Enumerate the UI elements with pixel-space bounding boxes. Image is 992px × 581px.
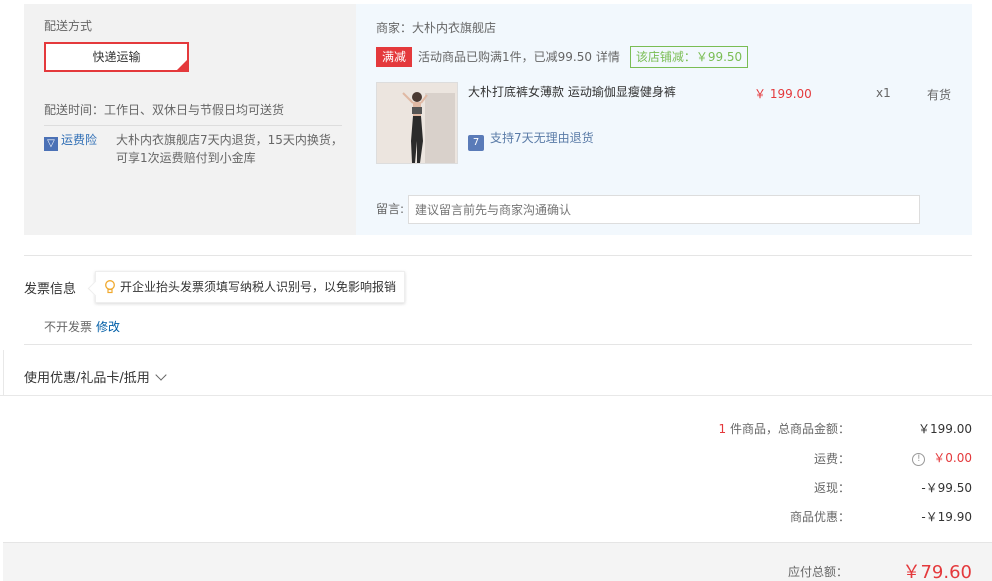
- goods-count: 1: [718, 422, 727, 436]
- shipping-panel: 配送方式 快递运输 ✓ 配送时间：工作日、双休日与节假日均可送货 ▽ 运费险 大朴…: [24, 4, 356, 235]
- insurance-label: 运费险: [61, 133, 98, 147]
- freight-label: 运费：: [813, 452, 850, 466]
- chevron-down-icon: [155, 369, 167, 381]
- delivery-time: 配送时间：工作日、双休日与节假日均可送货: [44, 101, 284, 118]
- store-discount-badge: 该店铺减：￥99.50: [629, 46, 749, 68]
- invoice-value: 不开发票: [44, 320, 93, 334]
- insurance-text: 大朴内衣旗舰店7天内退货，15天内换货，可享1次运费赔付到小金库: [116, 133, 343, 165]
- message-label: 留言:: [376, 202, 405, 216]
- goods-total-label: 1 件商品，总商品金额：: [719, 420, 850, 437]
- product-qty: x1: [876, 86, 891, 100]
- section-border: [3, 350, 4, 396]
- lightbulb-icon: [105, 280, 115, 294]
- invoice-tip: 开企业抬头发票须填写纳税人识别号，以免影响报销: [95, 271, 406, 303]
- cashback-label: 返现：: [813, 481, 850, 495]
- section-border: [0, 395, 992, 396]
- invoice-title: 发票信息: [24, 282, 77, 297]
- coupon-toggle[interactable]: 使用优惠/礼品卡/抵用: [24, 367, 167, 386]
- shipping-method-label: 快递运输: [92, 50, 141, 64]
- freight-value-row: ! ￥0.00: [912, 449, 972, 466]
- divider: [24, 344, 972, 345]
- product-price: ￥ 199.00: [754, 87, 812, 101]
- product-image[interactable]: [376, 82, 458, 164]
- total-value: ￥79.60: [902, 562, 972, 581]
- goods-total-value: ￥199.00: [918, 422, 972, 436]
- shop-name: 商家：大朴内衣旗舰店: [376, 21, 497, 35]
- delivery-time-value: 工作日、双休日与节假日均可送货: [104, 103, 285, 117]
- divider: [24, 255, 972, 256]
- total-label: 应付总额：: [787, 565, 848, 579]
- promo-tag: 满减: [376, 47, 413, 67]
- v-shield-icon: ▽: [44, 137, 58, 151]
- cashback-value: -￥99.50: [921, 481, 972, 495]
- check-icon: ✓: [178, 59, 186, 69]
- goods-total-text: 件商品，总商品金额：: [729, 422, 850, 436]
- shipping-label: 配送方式: [44, 19, 93, 33]
- discount-label: 商品优惠：: [789, 510, 850, 524]
- freight-insurance-badge[interactable]: ▽ 运费险: [44, 131, 97, 151]
- promo-row: 满减 活动商品已购满1件，已减99.50 详情 该店铺减：￥99.50: [376, 46, 749, 68]
- info-icon[interactable]: !: [912, 453, 926, 466]
- promo-text[interactable]: 活动商品已购满1件，已减99.50 详情: [418, 50, 620, 64]
- seven-day-return-label: 支持7天无理由退货: [490, 131, 594, 145]
- invoice-edit-link[interactable]: 修改: [96, 318, 120, 335]
- freight-value: ￥0.00: [933, 451, 972, 465]
- delivery-time-label: 配送时间：: [44, 103, 105, 117]
- 7-day-return-icon: 7: [468, 135, 484, 151]
- product-title[interactable]: 大朴打底裤女薄款 运动瑜伽显瘦健身裤: [468, 83, 738, 100]
- checkout-page: 配送方式 快递运输 ✓ 配送时间：工作日、双休日与节假日均可送货 ▽ 运费险 大朴…: [0, 0, 992, 581]
- shop-panel: 商家：大朴内衣旗舰店 满减 活动商品已购满1件，已减99.50 详情 该店铺减：￥9…: [356, 4, 972, 235]
- invoice-tip-text: 开企业抬头发票须填写纳税人识别号，以免影响报销: [120, 280, 397, 294]
- message-input[interactable]: [408, 195, 920, 224]
- coupon-label: 使用优惠/礼品卡/抵用: [24, 371, 150, 386]
- seven-day-return[interactable]: 7 支持7天无理由退货: [468, 129, 594, 151]
- discount-value: -￥19.90: [921, 510, 972, 524]
- shipping-method-express-button[interactable]: 快递运输 ✓: [44, 42, 189, 72]
- insurance-row: ▽ 运费险 大朴内衣旗舰店7天内退货，15天内换货，可享1次运费赔付到小金库: [44, 125, 343, 165]
- product-stock: 有货: [927, 88, 952, 102]
